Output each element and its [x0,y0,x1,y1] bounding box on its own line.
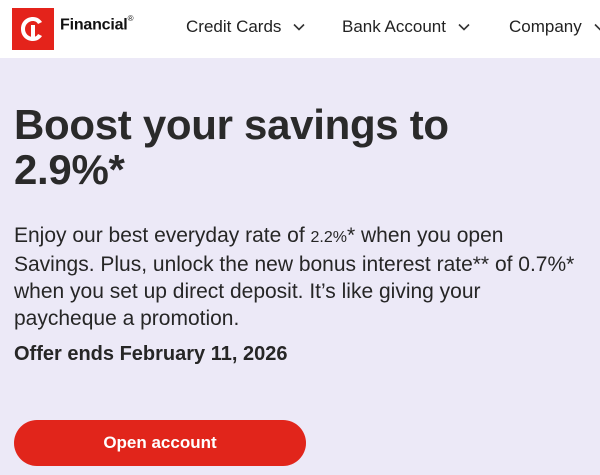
site-header: Financial® Credit Cards Bank Account Com… [0,0,600,58]
open-account-button[interactable]: Open account [14,420,306,466]
pc-logo-icon[interactable] [12,8,54,50]
hero-title-line-1: Boost your savings to [14,101,449,148]
logo-graphic [12,8,54,50]
nav-item-company[interactable]: Company [509,17,600,37]
nav-item-credit-cards[interactable]: Credit Cards [186,17,306,37]
nav-label: Bank Account [342,17,446,36]
brand-registered-mark: ® [127,14,134,23]
brand-name[interactable]: Financial® [60,14,134,34]
chevron-down-icon [594,23,600,31]
hero-description-intro: Enjoy our best everyday rate of [14,224,311,247]
offer-end-date: Offer ends February 11, 2026 [14,343,288,365]
nav-item-bank-account[interactable]: Bank Account [342,17,471,37]
nav-label: Credit Cards [186,17,282,36]
everyday-rate: 2.2% [310,229,347,246]
nav-label: Company [509,17,582,36]
chevron-down-icon [293,23,305,31]
brand-label: Financial [60,16,128,34]
hero-title-line-2: 2.9%* [14,146,125,193]
hero-description: Enjoy our best everyday rate of 2.2%* wh… [14,222,584,332]
hero-title: Boost your savings to 2.9%* [14,102,574,192]
chevron-down-icon [458,23,470,31]
